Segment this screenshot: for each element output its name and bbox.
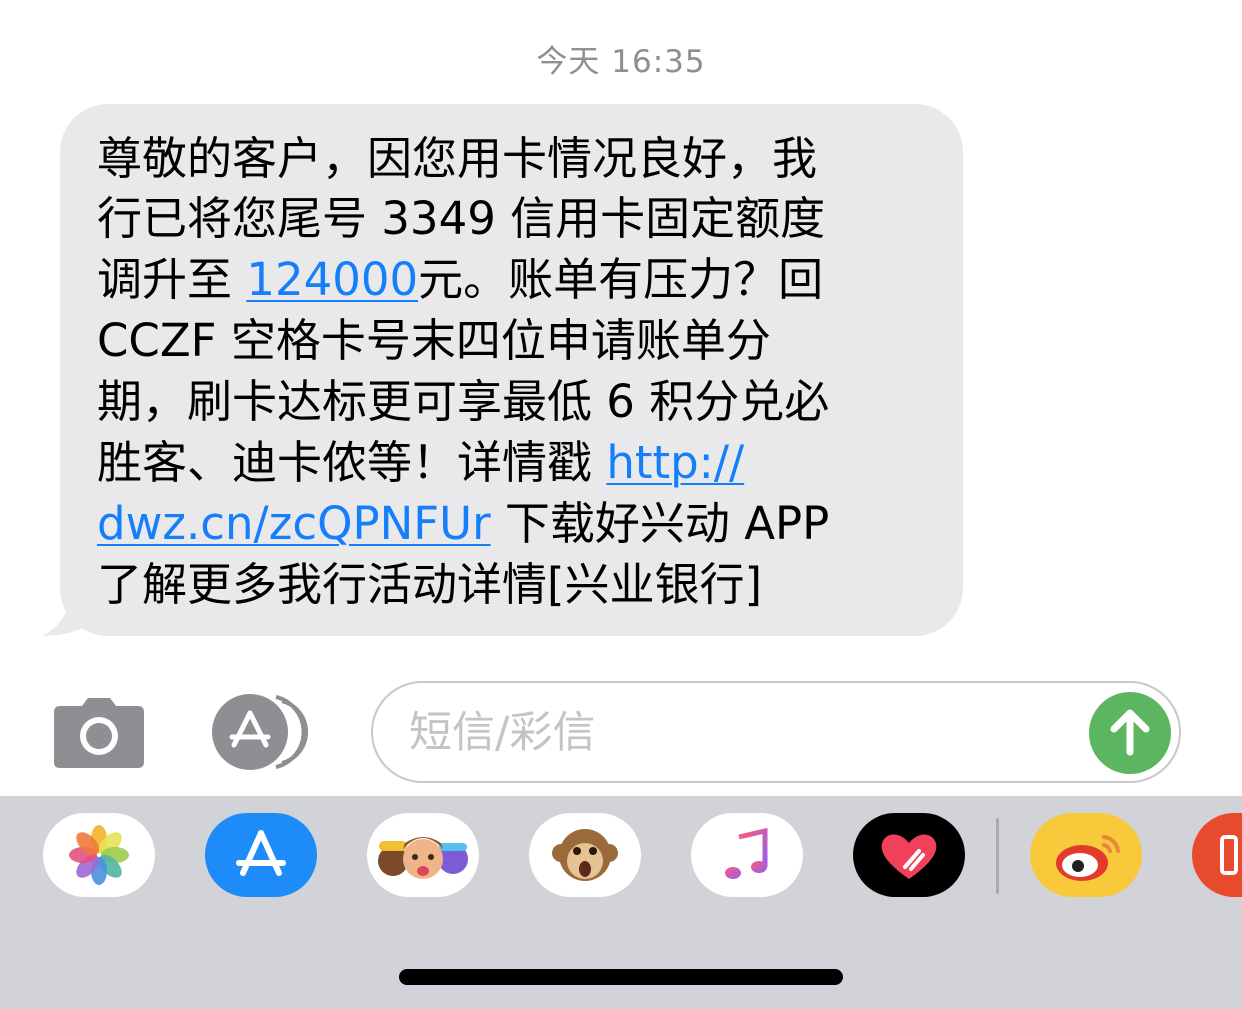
photos-app-icon[interactable]: [43, 813, 155, 897]
drawer-divider: [996, 818, 999, 894]
message-line: 胜客、迪卡侬等！详情戳 http://: [97, 432, 744, 494]
url-link[interactable]: dwz.cn/zcQPNFUr: [97, 497, 491, 550]
weibo-app-icon[interactable]: [1030, 813, 1142, 897]
music-app-icon[interactable]: [691, 813, 803, 897]
message-text: 元。账单有压力？回: [418, 253, 824, 306]
digital-touch-icon[interactable]: [853, 813, 965, 897]
message-text: 调升至: [97, 253, 247, 306]
amount-link[interactable]: 124000: [246, 253, 418, 306]
message-input-placeholder: 短信/彩信: [409, 708, 596, 758]
message-line: 了解更多我行活动详情[兴业银行]: [97, 558, 763, 611]
message-text: 胜客、迪卡侬等！详情戳: [97, 436, 607, 489]
send-arrow-icon: [1110, 709, 1150, 756]
message-line: dwz.cn/zcQPNFUr 下载好兴动 APP: [97, 493, 829, 555]
animoji-icon[interactable]: [529, 813, 641, 897]
memoji-stickers-icon[interactable]: [367, 813, 479, 897]
message-line: 调升至 124000元。账单有压力？回: [97, 249, 823, 311]
camera-icon[interactable]: [52, 696, 146, 768]
message-line: 尊敬的客户，因您用卡情况良好，我: [97, 132, 818, 185]
send-button[interactable]: [1089, 692, 1171, 774]
home-indicator[interactable]: [399, 969, 843, 985]
url-link[interactable]: http://: [606, 436, 744, 489]
appstore-icon[interactable]: [210, 693, 318, 771]
message-input[interactable]: 短信/彩信: [371, 681, 1181, 783]
message-text: 下载好兴动 APP: [490, 497, 830, 550]
message-line: CCZF 空格卡号末四位申请账单分: [97, 314, 771, 367]
appstore-app-icon[interactable]: [205, 813, 317, 897]
partial-app-icon[interactable]: [1192, 813, 1242, 897]
message-line: 期，刷卡达标更可享最低 6 积分兑必: [97, 375, 830, 428]
message-line: 行已将您尾号 3349 信用卡固定额度: [97, 192, 826, 245]
timestamp: 今天 16:35: [536, 44, 706, 80]
